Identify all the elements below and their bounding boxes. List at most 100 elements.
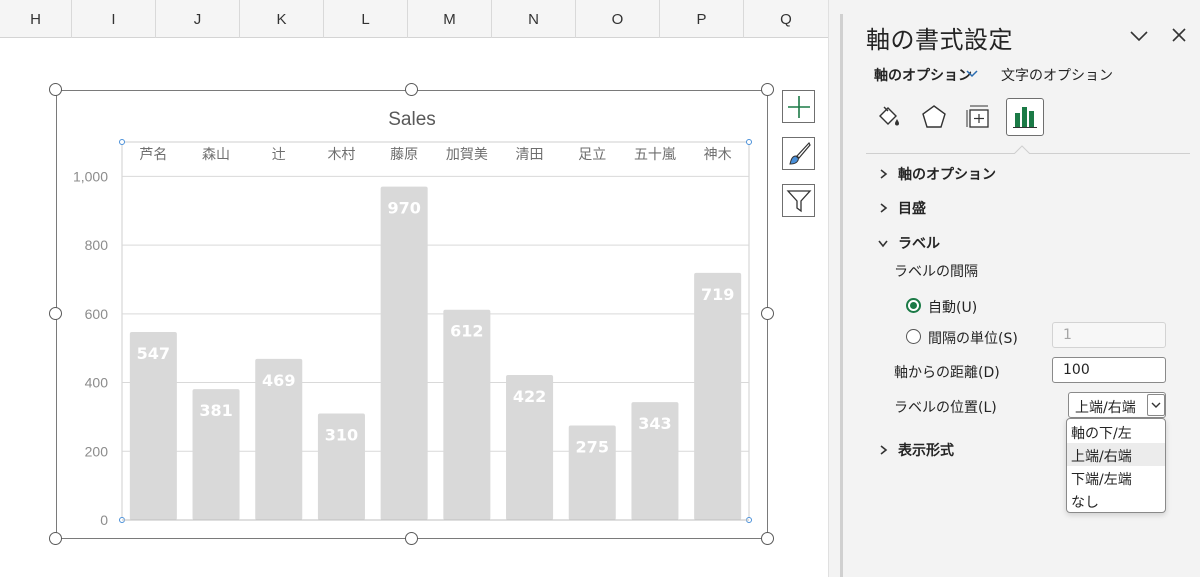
interval-unit-input[interactable]: 1 <box>1052 322 1166 348</box>
close-icon[interactable] <box>1170 26 1188 44</box>
column-header-q[interactable]: Q <box>744 0 828 38</box>
column-header-h[interactable]: H <box>0 0 72 38</box>
label-position-dropdown-list: 軸の下/左 上端/右端 下端/左端 なし <box>1066 418 1166 513</box>
column-header-i[interactable]: I <box>72 0 156 38</box>
chart-area[interactable]: Sales 0 200 400 600 800 1,000 547 芦名 381 森山 469 辻 310… <box>56 90 768 539</box>
plot-area-handle[interactable] <box>746 139 752 145</box>
column-header-row: H I J K L M N O P Q <box>0 0 828 38</box>
chevron-down-icon <box>1151 402 1161 408</box>
resize-handle-right[interactable] <box>761 307 774 320</box>
section-number-format[interactable]: 表示形式 <box>876 440 954 460</box>
resize-handle-bottom[interactable] <box>405 532 418 545</box>
section-label: 表示形式 <box>898 443 954 459</box>
resize-handle-top-left[interactable] <box>49 83 62 96</box>
dropdown-option-low[interactable]: 軸の下/左 <box>1067 420 1165 443</box>
size-properties-icon <box>966 105 989 128</box>
category-label: 清田 <box>516 147 544 163</box>
label-position-label: ラベルの位置(L) <box>894 400 997 416</box>
axis-options-icon <box>1013 107 1037 128</box>
data-label: 422 <box>513 387 546 406</box>
column-header-k[interactable]: K <box>240 0 324 38</box>
category-label: 芦名 <box>139 147 167 163</box>
chart-styles-button[interactable] <box>782 137 815 170</box>
label-position-value: 上端/右端 <box>1075 400 1136 416</box>
y-tick-label: 800 <box>85 237 109 253</box>
column-header-n[interactable]: N <box>492 0 576 38</box>
category-label: 木村 <box>327 147 355 163</box>
section-axis-options[interactable]: 軸のオプション <box>876 164 996 184</box>
chevron-right-icon <box>880 169 888 179</box>
chevron-down-icon <box>878 240 888 248</box>
worksheet-area[interactable]: H I J K L M N O P Q Sales 0 200 400 600 800 1,… <box>0 0 828 577</box>
effects-icon <box>922 105 946 128</box>
bar-chart[interactable]: Sales 0 200 400 600 800 1,000 547 芦名 381 森山 469 辻 310… <box>57 91 769 540</box>
tab-axis-options[interactable]: 軸のオプション <box>874 65 972 85</box>
active-tab-indicator <box>1014 145 1030 154</box>
chevron-down-icon[interactable] <box>1128 26 1150 46</box>
category-label: 五十嵐 <box>634 147 676 163</box>
category-label: 神木 <box>704 147 732 163</box>
chart-elements-button[interactable] <box>782 90 815 123</box>
resize-handle-top-right[interactable] <box>761 83 774 96</box>
vertical-scrollbar[interactable] <box>840 14 843 577</box>
column-header-o[interactable]: O <box>576 0 660 38</box>
pane-splitter[interactable] <box>828 0 854 577</box>
radio-interval-unit-label[interactable]: 間隔の単位(S) <box>928 328 1018 348</box>
distance-from-axis-input[interactable]: 100 <box>1052 357 1166 383</box>
dropdown-option-bottom[interactable]: 下端/左端 <box>1067 466 1165 489</box>
data-label: 310 <box>325 425 358 444</box>
chart-filters-button[interactable] <box>782 184 815 217</box>
chevron-right-icon <box>880 203 888 213</box>
distance-from-axis-label: 軸からの距離(D) <box>894 365 1000 381</box>
fill-line-button[interactable] <box>870 98 908 136</box>
column-header-l[interactable]: L <box>324 0 408 38</box>
column-header-j[interactable]: J <box>156 0 240 38</box>
category-label: 足立 <box>578 147 606 163</box>
y-tick-label: 1,000 <box>73 168 108 184</box>
label-position-select[interactable]: 上端/右端 <box>1068 392 1166 418</box>
radio-interval-unit[interactable] <box>906 329 921 344</box>
section-labels[interactable]: ラベル <box>876 233 940 253</box>
bar[interactable] <box>443 309 491 520</box>
chart-elements-icon <box>787 95 810 118</box>
chart-styles-icon <box>788 141 811 165</box>
y-tick-label: 0 <box>100 512 108 528</box>
category-label: 加賀美 <box>446 147 488 163</box>
format-axis-pane: 軸の書式設定 軸のオプション 文字のオプション 軸のオプション 目盛 ラベル ラ… <box>854 0 1200 577</box>
category-label: 辻 <box>272 147 286 163</box>
pane-title: 軸の書式設定 <box>866 26 1013 54</box>
label-position-dropdown-button[interactable] <box>1147 394 1165 416</box>
resize-handle-bottom-right[interactable] <box>761 532 774 545</box>
chevron-right-icon <box>880 445 888 455</box>
dropdown-option-none[interactable]: なし <box>1067 489 1165 512</box>
column-header-p[interactable]: P <box>660 0 744 38</box>
axis-options-button[interactable] <box>1006 98 1044 136</box>
data-label: 381 <box>199 401 232 420</box>
plot-area-handle[interactable] <box>119 139 125 145</box>
effects-button[interactable] <box>915 98 953 136</box>
bar[interactable] <box>694 272 742 520</box>
radio-auto[interactable] <box>906 298 921 313</box>
dropdown-option-high[interactable]: 上端/右端 <box>1067 443 1165 466</box>
y-tick-label: 400 <box>85 375 109 391</box>
section-label: 目盛 <box>898 201 926 217</box>
chevron-down-icon[interactable] <box>966 70 978 78</box>
radio-auto-label[interactable]: 自動(U) <box>928 297 977 317</box>
chart-title[interactable]: Sales <box>388 109 436 130</box>
data-label: 343 <box>638 414 671 433</box>
data-label: 275 <box>576 438 609 457</box>
resize-handle-left[interactable] <box>49 307 62 320</box>
column-header-m[interactable]: M <box>408 0 492 38</box>
data-label: 547 <box>137 344 170 363</box>
data-label: 469 <box>262 371 295 390</box>
tab-text-options[interactable]: 文字のオプション <box>1001 65 1113 85</box>
resize-handle-bottom-left[interactable] <box>49 532 62 545</box>
size-properties-button[interactable] <box>960 98 998 136</box>
chart-filters-icon <box>786 189 811 212</box>
category-label: 藤原 <box>390 147 418 163</box>
section-tick-marks[interactable]: 目盛 <box>876 198 926 218</box>
data-label: 970 <box>387 199 420 218</box>
bar[interactable] <box>380 186 428 520</box>
resize-handle-top[interactable] <box>405 83 418 96</box>
section-label: 軸のオプション <box>898 167 996 183</box>
